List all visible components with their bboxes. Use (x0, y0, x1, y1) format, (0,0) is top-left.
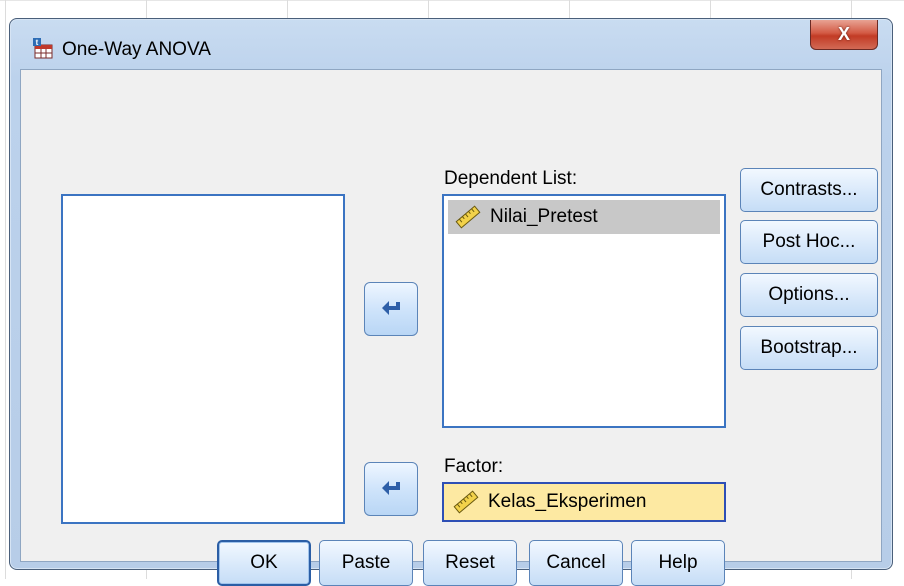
contrasts-button[interactable]: Contrasts... (740, 168, 878, 212)
ok-button[interactable]: OK (217, 540, 311, 586)
cancel-button[interactable]: Cancel (529, 540, 623, 586)
window-title: One-Way ANOVA (62, 39, 211, 60)
move-to-dependent-list-button[interactable] (364, 282, 418, 336)
scale-ruler-icon (453, 490, 479, 514)
close-button[interactable]: X (810, 20, 878, 50)
scale-ruler-icon (455, 205, 481, 229)
dependent-list[interactable]: Nilai_Pretest (442, 194, 726, 428)
paste-button[interactable]: Paste (319, 540, 413, 586)
move-to-factor-button[interactable] (364, 462, 418, 516)
dependent-list-label: Dependent List: (444, 168, 577, 190)
factor-label-text: Factor: (444, 456, 504, 477)
dependent-variable-label: Nilai_Pretest (490, 206, 598, 227)
source-variable-list[interactable] (61, 194, 345, 524)
factor-variable[interactable]: Kelas_Eksperimen (446, 485, 722, 519)
factor-field[interactable]: Kelas_Eksperimen (442, 482, 726, 522)
list-item[interactable]: Nilai_Pretest (448, 200, 720, 234)
options-button[interactable]: Options... (740, 273, 878, 317)
spss-dialog-icon: t (33, 38, 53, 59)
title-bar[interactable]: t One-Way ANOVA X (10, 19, 892, 67)
close-icon: X (837, 24, 850, 44)
factor-label: Factor: (444, 456, 503, 478)
svg-text:t: t (36, 38, 39, 47)
arrow-left-icon (382, 481, 400, 495)
bootstrap-button[interactable]: Bootstrap... (740, 326, 878, 370)
dialog-client-area: Dependent List: Nilai_Pretest Factor: Ke… (20, 69, 882, 586)
help-button[interactable]: Help (631, 540, 725, 586)
dependent-list-label-text: Dependent List: (444, 168, 578, 189)
one-way-anova-dialog: t One-Way ANOVA X Dependent List: Nilai_… (9, 18, 893, 586)
factor-variable-label: Kelas_Eksperimen (488, 491, 647, 512)
reset-button[interactable]: Reset (423, 540, 517, 586)
arrow-left-icon (382, 301, 400, 315)
post-hoc-button[interactable]: Post Hoc... (740, 220, 878, 264)
